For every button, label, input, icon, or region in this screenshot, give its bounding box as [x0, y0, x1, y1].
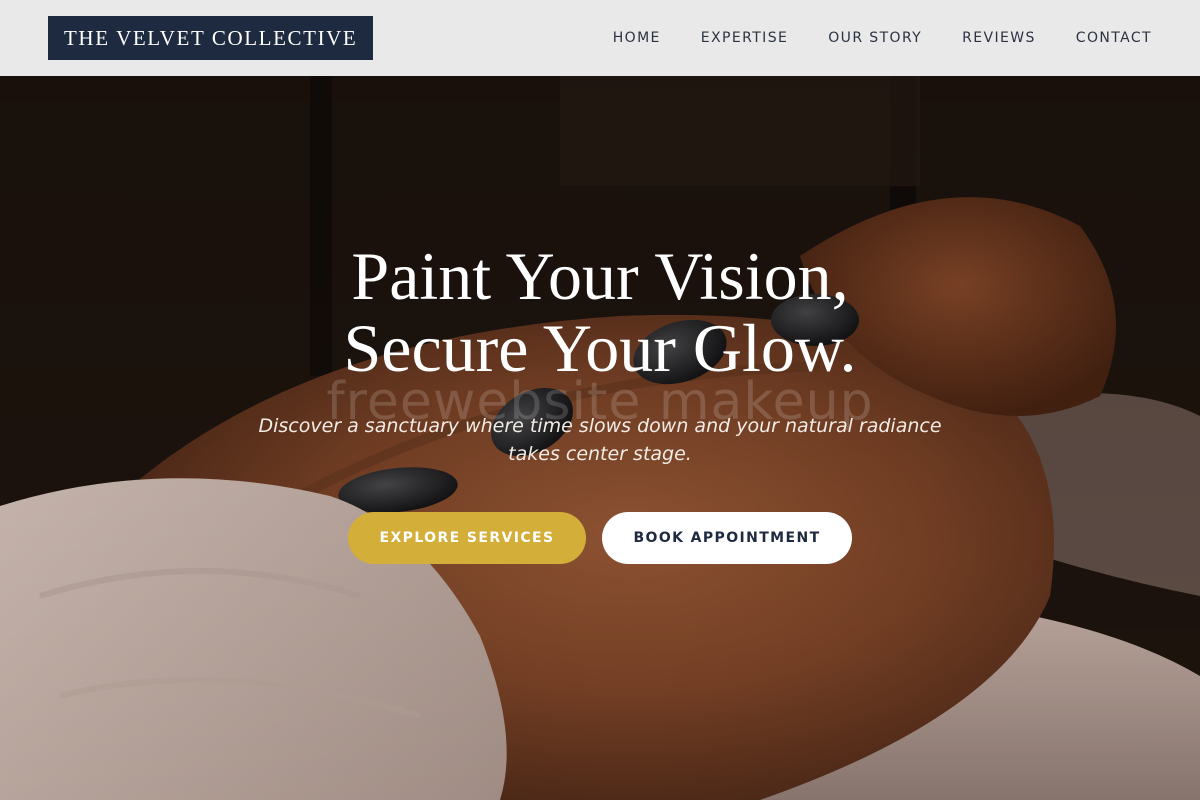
hero-subtext-line1: Discover a sanctuary where time slows do… — [258, 415, 942, 437]
nav-our-story[interactable]: OUR STORY — [828, 30, 922, 46]
brand-name: THE VELVET COLLECTIVE — [64, 25, 358, 50]
hero-content: Paint Your Vision, Secure Your Glow. Dis… — [0, 240, 1200, 564]
nav-expertise[interactable]: EXPERTISE — [701, 30, 788, 46]
hero-headline-line1: Paint Your Vision, — [351, 238, 849, 314]
hero-headline-line2: Secure Your Glow. — [343, 310, 857, 386]
hero-subtext: Discover a sanctuary where time slows do… — [0, 412, 1200, 468]
nav-home[interactable]: HOME — [613, 30, 661, 46]
book-appointment-button[interactable]: BOOK APPOINTMENT — [602, 512, 852, 564]
nav-reviews[interactable]: REVIEWS — [962, 30, 1036, 46]
brand-logo[interactable]: THE VELVET COLLECTIVE — [48, 16, 374, 60]
hero-subtext-line2: takes center stage. — [508, 443, 692, 465]
main-nav: HOME EXPERTISE OUR STORY REVIEWS CONTACT — [613, 30, 1152, 46]
hero-buttons: EXPLORE SERVICES BOOK APPOINTMENT — [0, 512, 1200, 564]
site-header: THE VELVET COLLECTIVE HOME EXPERTISE OUR… — [0, 0, 1200, 76]
nav-contact[interactable]: CONTACT — [1076, 30, 1152, 46]
hero-headline: Paint Your Vision, Secure Your Glow. — [0, 240, 1200, 384]
explore-services-button[interactable]: EXPLORE SERVICES — [348, 512, 586, 564]
